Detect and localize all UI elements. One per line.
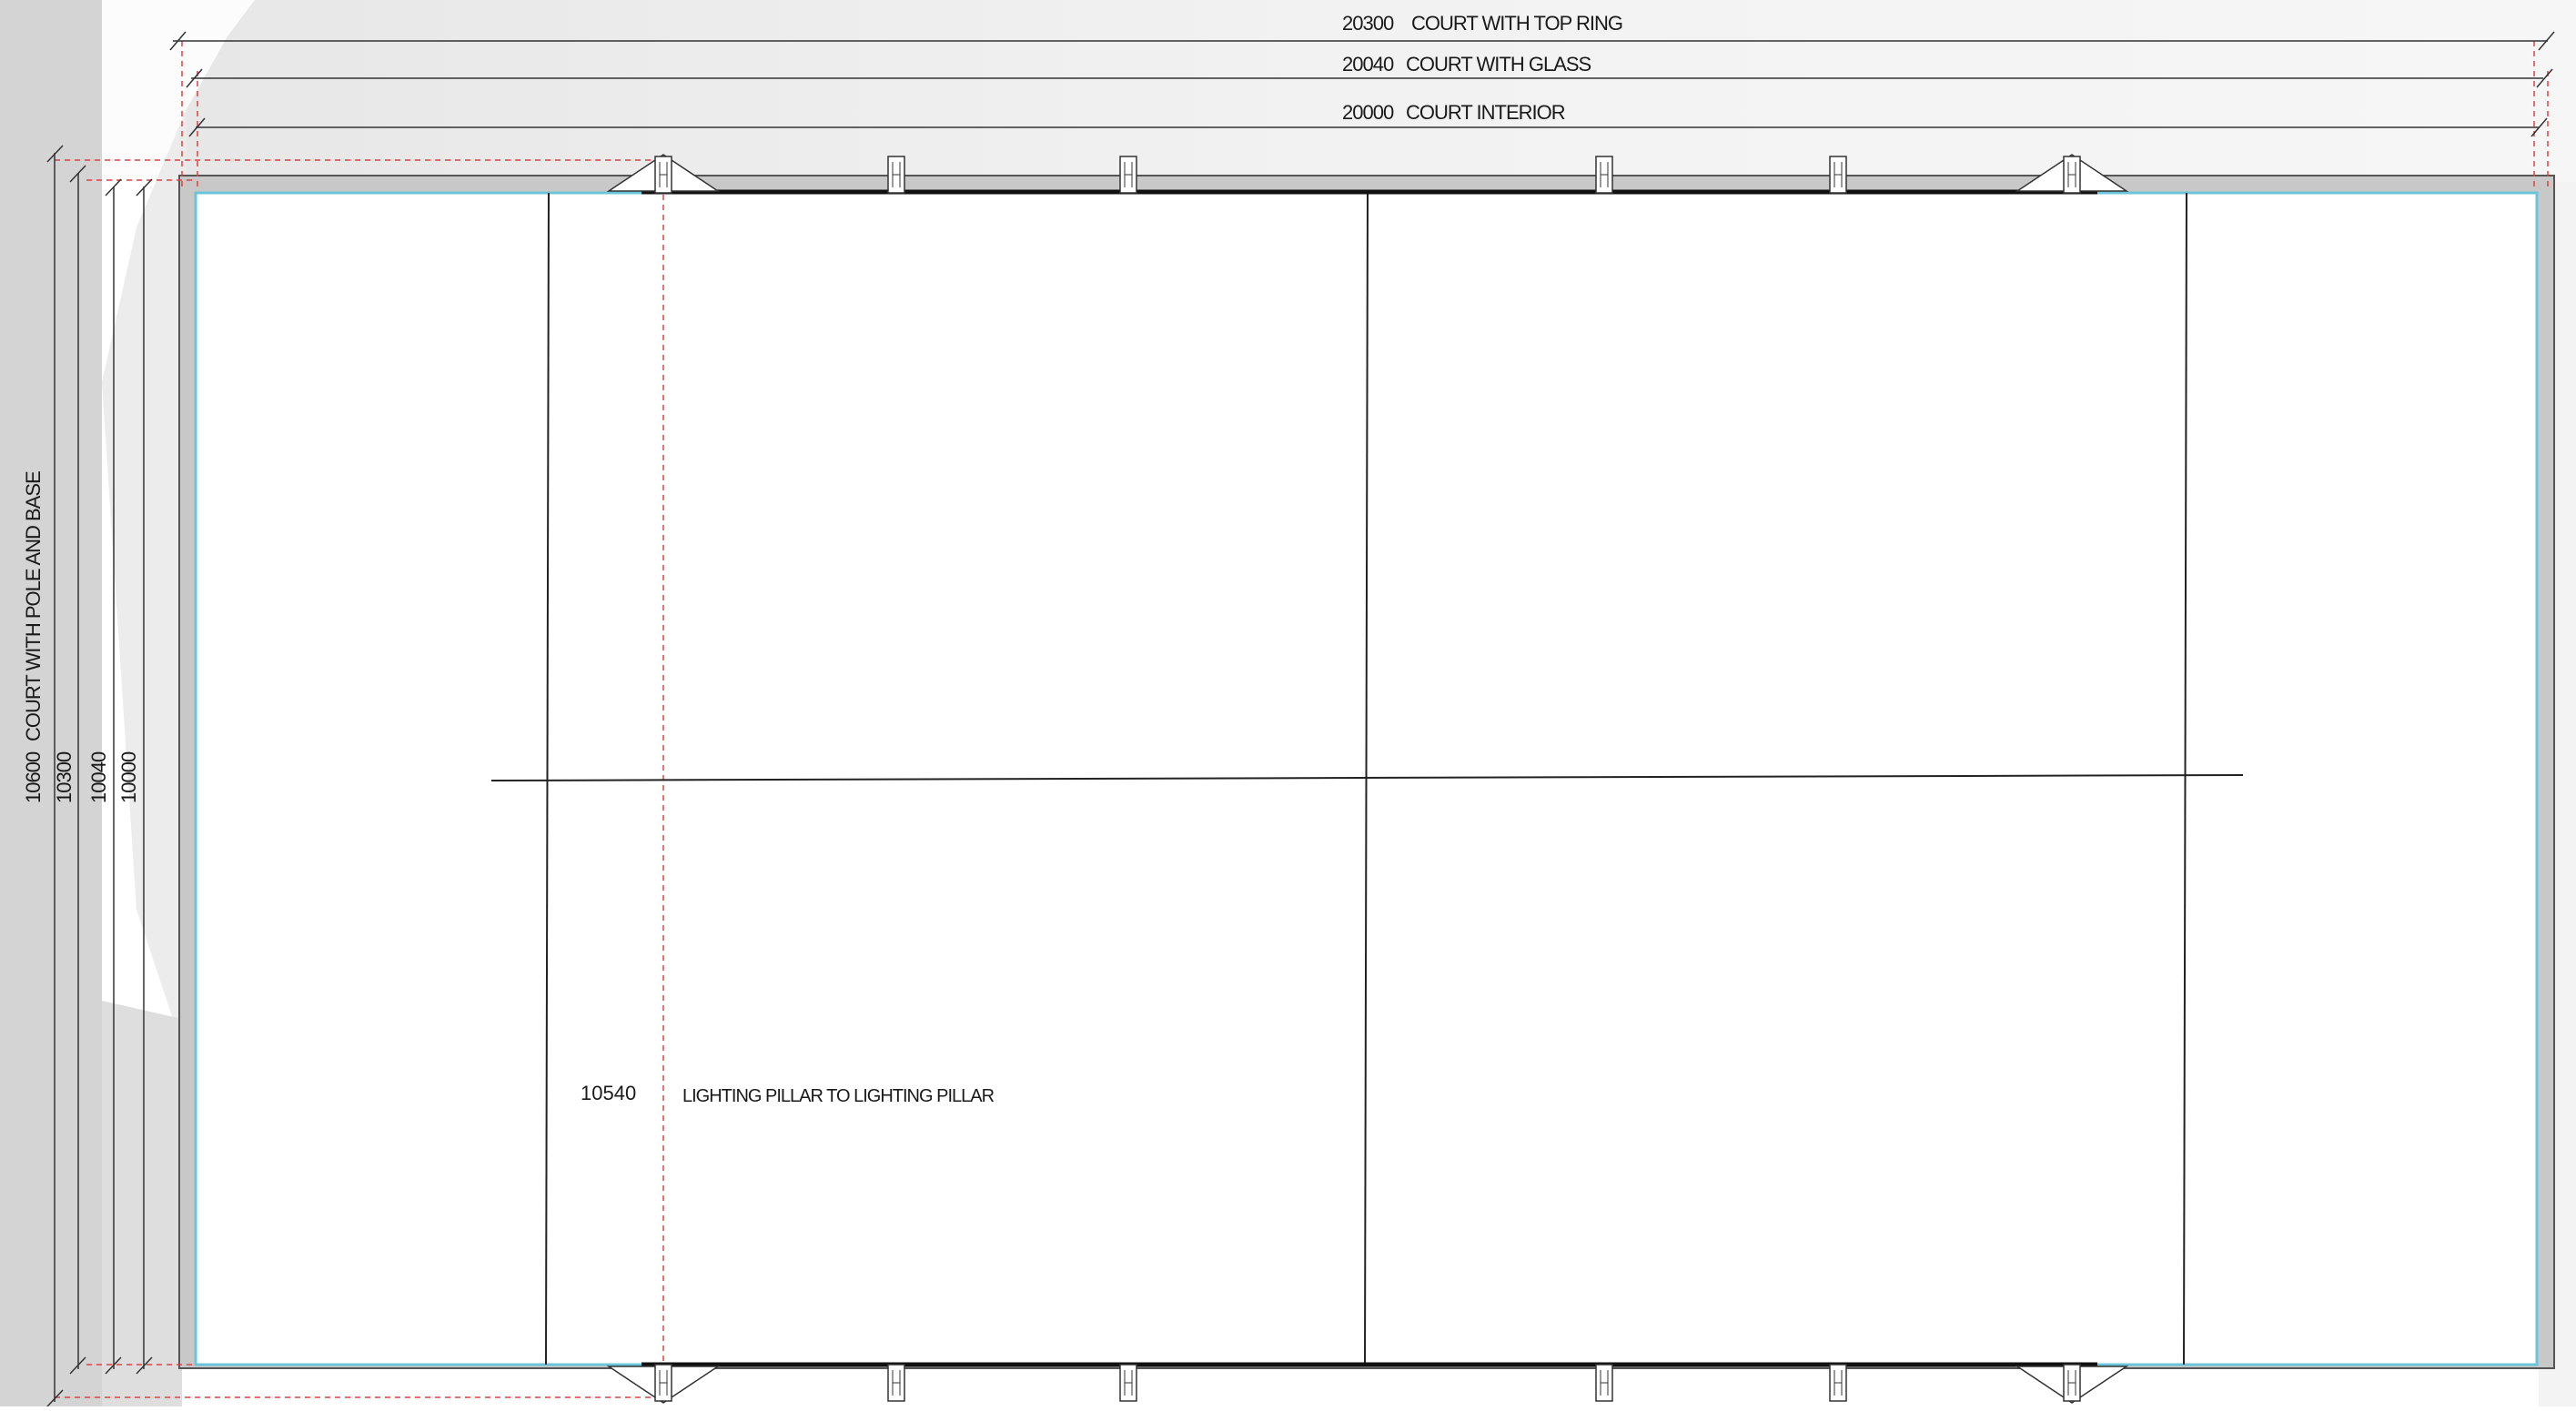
- dim-10000-value: 10000: [117, 751, 140, 803]
- dim-20300-value: 20300: [1342, 12, 1394, 35]
- pillar-distance-label: LIGHTING PILLAR TO LIGHTING PILLAR: [682, 1086, 995, 1106]
- dim-20000-label: COURT INTERIOR: [1406, 101, 1565, 124]
- dim-10300-value: 10300: [53, 751, 76, 803]
- dim-10600-label: COURT WITH POLE AND BASE: [22, 471, 45, 741]
- court-plan-svg: 20300 COURT WITH TOP RING 20040 COURT WI…: [0, 0, 2576, 1407]
- dim-20040-label: COURT WITH GLASS: [1406, 53, 1591, 76]
- dim-10600-value: 10600: [22, 751, 45, 803]
- dim-20040-value: 20040: [1342, 53, 1394, 76]
- court-plan-drawing: 20300 COURT WITH TOP RING 20040 COURT WI…: [0, 0, 2576, 1407]
- dim-10040-value: 10040: [87, 751, 110, 803]
- dim-20300-label: COURT WITH TOP RING: [1411, 12, 1622, 35]
- dim-20000-value: 20000: [1342, 101, 1394, 124]
- pillar-distance-value: 10540: [581, 1082, 636, 1104]
